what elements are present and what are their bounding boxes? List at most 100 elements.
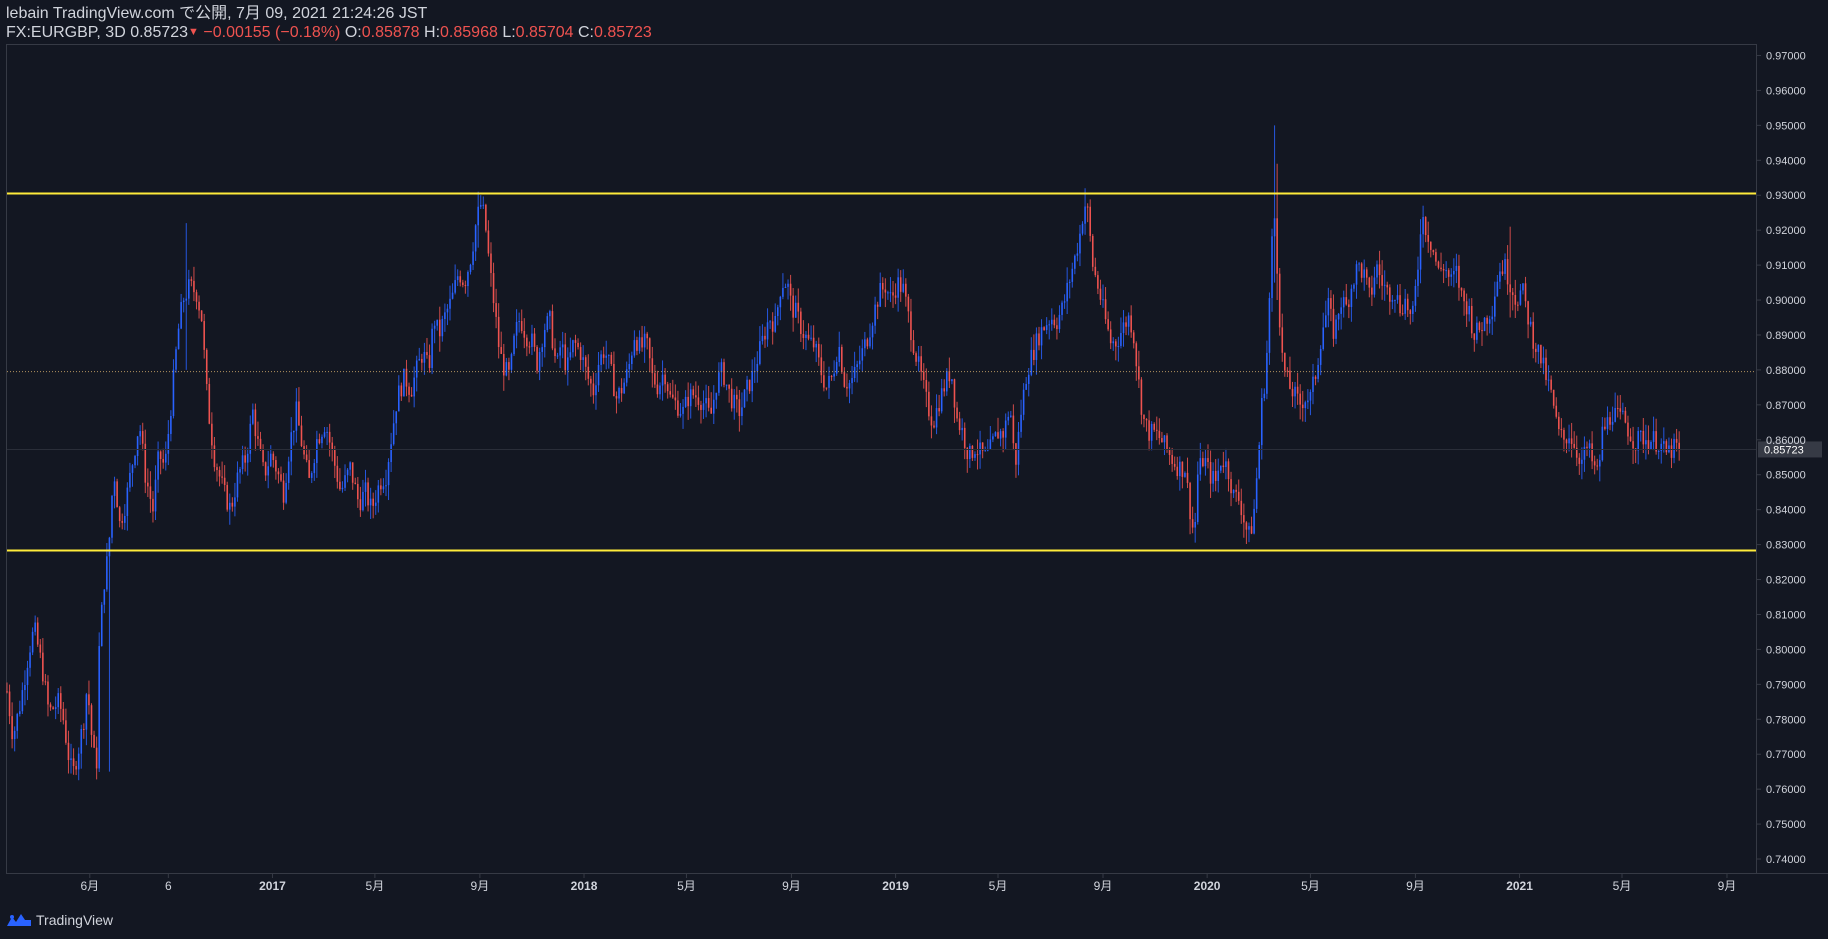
price-tick-label: 0.81000 bbox=[1766, 609, 1806, 621]
candle bbox=[953, 378, 956, 423]
candle bbox=[344, 464, 346, 491]
candle-body bbox=[1365, 269, 1368, 278]
candle-body bbox=[1399, 295, 1401, 314]
candle-body bbox=[44, 681, 47, 683]
candle bbox=[733, 389, 736, 420]
candle bbox=[1435, 248, 1437, 266]
candle-body bbox=[1286, 370, 1289, 372]
candle-body bbox=[559, 347, 561, 356]
candle bbox=[969, 443, 971, 468]
candle-body bbox=[423, 352, 426, 363]
candle bbox=[590, 375, 592, 397]
candle-body bbox=[1220, 465, 1222, 471]
candle-body bbox=[77, 753, 80, 770]
candle-body bbox=[387, 462, 390, 486]
candle-body bbox=[1171, 454, 1173, 464]
candle bbox=[246, 447, 249, 476]
candle bbox=[1271, 228, 1273, 312]
candle-body bbox=[298, 401, 300, 426]
candle bbox=[346, 467, 349, 483]
candle bbox=[595, 373, 597, 410]
candle bbox=[1678, 431, 1680, 461]
candle-body bbox=[610, 354, 613, 364]
candle-body bbox=[1675, 438, 1678, 443]
price-axis[interactable]: 0.97000 0.96000 0.95000 0.94000 0.93000 0.920… bbox=[1756, 50, 1806, 866]
candle bbox=[1120, 317, 1122, 349]
candle-body bbox=[1263, 393, 1266, 399]
candle-body bbox=[1324, 315, 1327, 328]
candle bbox=[1606, 406, 1609, 435]
candle-body bbox=[1235, 489, 1237, 492]
candle-body bbox=[851, 378, 853, 384]
candle bbox=[1102, 284, 1104, 308]
candle bbox=[1519, 283, 1522, 306]
candle-body bbox=[677, 400, 679, 416]
candle bbox=[19, 700, 21, 717]
candle-body bbox=[136, 436, 139, 457]
candle-body bbox=[718, 372, 720, 393]
candle bbox=[477, 191, 479, 248]
candle bbox=[1319, 345, 1322, 376]
candle-body bbox=[1383, 284, 1386, 286]
price-tick-label: 0.78000 bbox=[1766, 714, 1806, 726]
candle bbox=[1025, 377, 1027, 390]
candle bbox=[720, 358, 723, 387]
candle-body bbox=[1173, 463, 1176, 467]
candle bbox=[823, 361, 825, 392]
candle bbox=[1427, 221, 1430, 253]
candle bbox=[259, 431, 262, 451]
candle-body bbox=[59, 693, 62, 709]
candle-body bbox=[190, 279, 193, 281]
candle-body bbox=[492, 273, 495, 304]
candle bbox=[712, 385, 715, 424]
candle-body bbox=[1440, 267, 1442, 270]
candle-body bbox=[1478, 322, 1481, 330]
candle bbox=[620, 378, 623, 402]
candle-body bbox=[1565, 439, 1568, 444]
candle bbox=[1342, 290, 1345, 318]
candle-body bbox=[897, 277, 899, 298]
candle-body bbox=[344, 475, 346, 488]
candle bbox=[1184, 471, 1186, 478]
candle bbox=[935, 394, 938, 435]
candle-body bbox=[98, 646, 100, 769]
candle-body bbox=[1381, 275, 1383, 286]
candle-body bbox=[1437, 261, 1440, 268]
price-chart[interactable]: 0.85723 0.97000 0.96000 0.95000 0.94000 0.93… bbox=[0, 0, 1828, 939]
candle-body bbox=[1376, 264, 1378, 278]
candle bbox=[1537, 344, 1540, 364]
candle bbox=[887, 290, 889, 300]
candle-body bbox=[433, 325, 436, 329]
candle bbox=[600, 350, 602, 372]
candle bbox=[1455, 253, 1458, 284]
candle-body bbox=[1642, 430, 1645, 445]
candle-body bbox=[746, 379, 748, 390]
candle bbox=[262, 444, 264, 467]
footer-brand[interactable]: TradingView bbox=[6, 911, 113, 929]
candle bbox=[198, 295, 200, 319]
candle bbox=[746, 375, 748, 402]
candle-body bbox=[1637, 431, 1639, 451]
candle-body bbox=[976, 454, 979, 456]
candle bbox=[1117, 336, 1120, 362]
candle-body bbox=[180, 302, 182, 329]
candle-body bbox=[561, 344, 564, 348]
candle-body bbox=[1061, 302, 1063, 315]
candle-body bbox=[697, 397, 700, 405]
candle bbox=[323, 427, 326, 439]
price-tick-label: 0.90000 bbox=[1766, 295, 1806, 307]
candle-body bbox=[1148, 420, 1150, 441]
candle bbox=[779, 295, 782, 321]
candle bbox=[625, 361, 628, 387]
candle-body bbox=[241, 455, 244, 470]
time-axis[interactable]: 6月 6 2017 5月 9月 2018 5月 9月 2019 5月 9月 2020 5月 9月 2021 5… bbox=[80, 873, 1736, 893]
candle-body bbox=[490, 253, 492, 274]
candle bbox=[277, 468, 280, 484]
candle-body bbox=[1081, 223, 1084, 234]
candle-body bbox=[1063, 301, 1066, 303]
candle bbox=[1191, 506, 1194, 534]
candle bbox=[1486, 315, 1488, 336]
candle-body bbox=[159, 451, 162, 460]
candle-body bbox=[456, 276, 459, 281]
candle-body bbox=[111, 495, 113, 538]
